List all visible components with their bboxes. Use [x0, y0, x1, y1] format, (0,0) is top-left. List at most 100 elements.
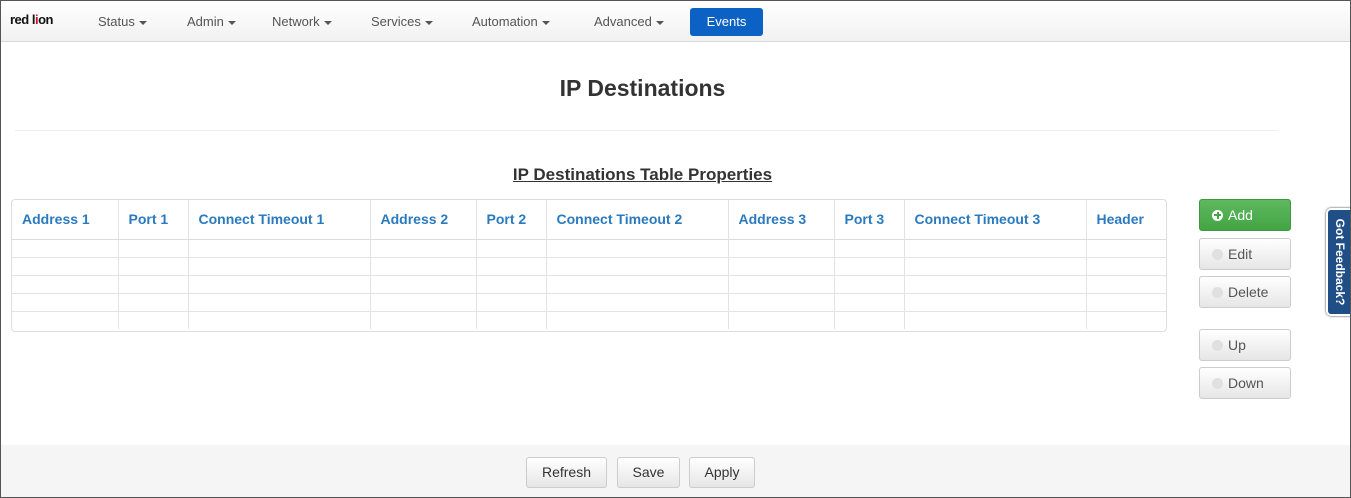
ip-destinations-table: Address 1 Port 1 Connect Timeout 1 Addre…: [11, 199, 1167, 332]
table-cell: [118, 257, 189, 276]
table-cell: [904, 293, 1087, 312]
table-cell: [904, 257, 1087, 276]
nav-network[interactable]: Network: [272, 1, 332, 42]
table-cell: [118, 311, 189, 329]
column-header-address-2[interactable]: Address 2: [370, 200, 477, 240]
save-button[interactable]: Save: [617, 457, 680, 488]
table-cell: [546, 257, 729, 276]
nav-advanced-label: Advanced: [594, 14, 652, 29]
table-row[interactable]: [12, 257, 1166, 276]
caret-down-icon: [138, 20, 147, 25]
page-title: IP Destinations: [559, 75, 726, 101]
column-header-port-3[interactable]: Port 3: [834, 200, 905, 240]
column-header-address-3[interactable]: Address 3: [728, 200, 835, 240]
table-row[interactable]: [12, 293, 1166, 312]
arrow-down-circle-icon: [1212, 377, 1223, 389]
table-cell: [728, 239, 835, 258]
edit-icon: [1212, 248, 1223, 260]
column-header-connect-timeout-2[interactable]: Connect Timeout 2: [546, 200, 729, 240]
edit-button-label: Edit: [1228, 246, 1253, 262]
table-cell: [118, 293, 189, 312]
feedback-tab[interactable]: Got Feedback?: [1326, 208, 1350, 316]
feedback-tab-label: Got Feedback?: [1333, 218, 1347, 306]
nav-status-label: Status: [98, 14, 135, 29]
table-cell: [546, 311, 729, 329]
table-cell: [370, 239, 477, 258]
column-header-connect-timeout-1[interactable]: Connect Timeout 1: [188, 200, 371, 240]
table-cell: [834, 275, 905, 294]
table-cell: [728, 311, 835, 329]
table-cell: [118, 275, 189, 294]
table-cell: [370, 257, 477, 276]
table-cell: [188, 311, 371, 329]
table-cell: [1086, 275, 1166, 294]
table-cell: [188, 257, 371, 276]
delete-button[interactable]: Delete: [1199, 276, 1291, 308]
down-button-label: Down: [1228, 375, 1264, 391]
refresh-button[interactable]: Refresh: [526, 457, 607, 488]
table-row[interactable]: [12, 311, 1166, 329]
table-cell: [546, 275, 729, 294]
table-cell: [188, 293, 371, 312]
nav-admin-label: Admin: [187, 14, 224, 29]
table-cell: [188, 275, 371, 294]
table-cell: [12, 293, 119, 312]
table-cell: [546, 293, 729, 312]
column-header-port-2[interactable]: Port 2: [476, 200, 547, 240]
table-cell: [12, 239, 119, 258]
table-cell: [728, 275, 835, 294]
apply-button[interactable]: Apply: [689, 457, 755, 488]
table-cell: [904, 239, 1087, 258]
column-header-address-1[interactable]: Address 1: [12, 200, 119, 240]
caret-down-icon: [655, 20, 664, 25]
up-button-label: Up: [1228, 337, 1246, 353]
title-divider: [15, 130, 1277, 131]
table-header-row: Address 1 Port 1 Connect Timeout 1 Addre…: [12, 200, 1166, 240]
nav-advanced[interactable]: Advanced: [594, 1, 664, 42]
table-cell: [12, 311, 119, 329]
nav-admin[interactable]: Admin: [187, 1, 236, 42]
table-cell: [370, 293, 477, 312]
caret-down-icon: [424, 20, 433, 25]
down-button[interactable]: Down: [1199, 367, 1291, 399]
nav-events[interactable]: Events: [690, 8, 763, 36]
table-cell: [834, 257, 905, 276]
table-cell: [834, 311, 905, 329]
edit-button[interactable]: Edit: [1199, 238, 1291, 270]
caret-down-icon: [323, 20, 332, 25]
add-button-label: Add: [1228, 207, 1253, 223]
table-cell: [834, 239, 905, 258]
nav-automation[interactable]: Automation: [472, 1, 550, 42]
column-header-connect-timeout-3[interactable]: Connect Timeout 3: [904, 200, 1087, 240]
up-button[interactable]: Up: [1199, 329, 1291, 361]
table-cell: [12, 257, 119, 276]
red-lion-logo[interactable]: red lion: [10, 12, 53, 27]
table-row[interactable]: [12, 275, 1166, 294]
caret-down-icon: [541, 20, 550, 25]
nav-services-label: Services: [371, 14, 421, 29]
column-header-header[interactable]: Header: [1086, 200, 1166, 240]
table-cell: [904, 311, 1087, 329]
table-row[interactable]: [12, 239, 1166, 258]
table-cell: [476, 275, 547, 294]
arrow-up-circle-icon: [1212, 339, 1223, 351]
caret-down-icon: [227, 20, 236, 25]
top-navbar: red lion Status Admin Network Services A…: [1, 1, 1350, 42]
table-cell: [476, 257, 547, 276]
column-header-port-1[interactable]: Port 1: [118, 200, 189, 240]
table-caption: IP Destinations Table Properties: [512, 165, 773, 184]
add-button[interactable]: Add: [1199, 199, 1291, 231]
app-window: red lion Status Admin Network Services A…: [0, 0, 1351, 498]
nav-services[interactable]: Services: [371, 1, 433, 42]
footer-bar: Refresh Save Apply: [1, 445, 1350, 497]
logo-text-part1: red l: [10, 12, 35, 27]
table-cell: [370, 311, 477, 329]
table-cell: [370, 275, 477, 294]
plus-circle-icon: [1212, 209, 1223, 221]
table-cell: [12, 275, 119, 294]
table-cell: [188, 239, 371, 258]
table-cell: [904, 275, 1087, 294]
nav-status[interactable]: Status: [98, 1, 147, 42]
minus-circle-icon: [1212, 286, 1223, 298]
table-cell: [476, 311, 547, 329]
